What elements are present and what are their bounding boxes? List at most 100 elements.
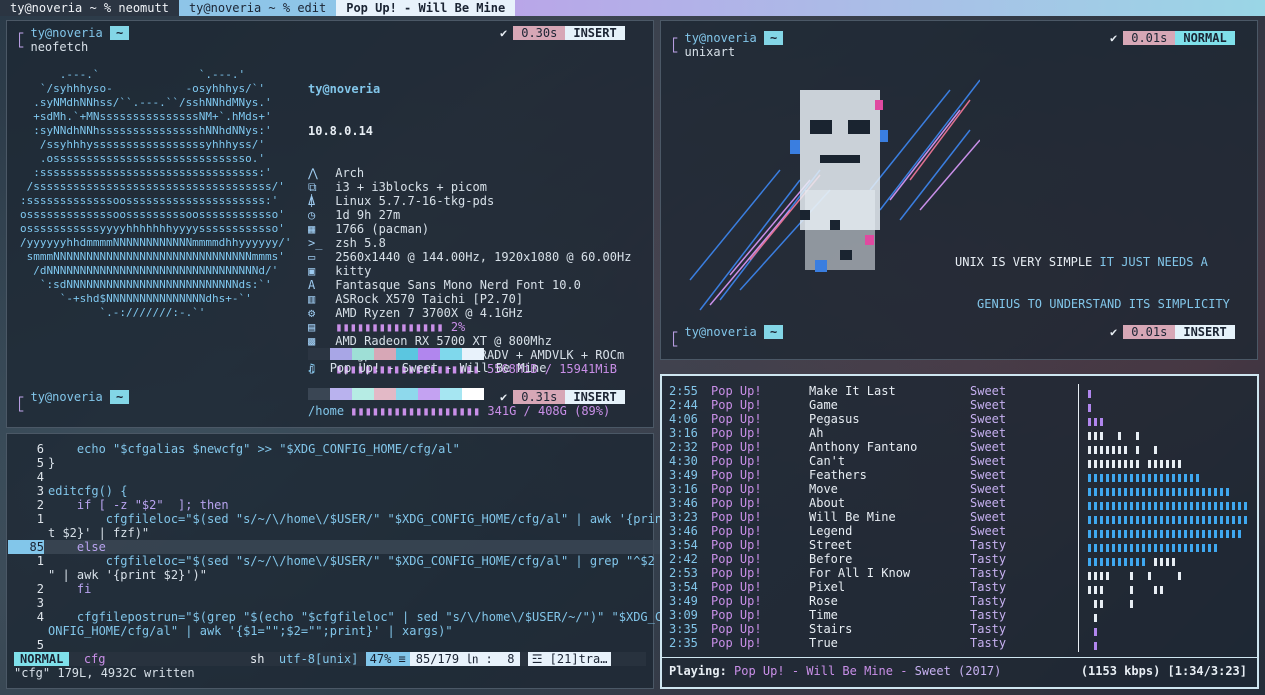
track-list[interactable]: 2:55 Pop Up! Make It Last Sweet 2:44 Pop Up! G…	[669, 384, 1090, 650]
code-line[interactable]: " | awk '{print $2}')"	[8, 568, 662, 582]
track-row[interactable]: 4:30 Pop Up! Can't Sweet	[669, 454, 1090, 468]
code-line[interactable]: t $2}' | fzf)"	[8, 526, 662, 540]
code-line[interactable]: 5	[8, 638, 662, 652]
info-row: ⚙ AMD Ryzen 7 3700X @ 4.1GHz	[308, 306, 631, 320]
track-time: 2:35	[669, 636, 698, 650]
info-icon: >_	[308, 236, 323, 250]
visualizer-row	[1088, 611, 1253, 625]
ascii-art-line: `-+shd$NNNNNNNNNNNNNNNdhs+-`'	[20, 292, 252, 305]
track-album: Sweet	[970, 426, 1007, 440]
tab-active-player[interactable]: Pop Up! - Will Be Mine	[336, 0, 516, 16]
line-number: 2	[36, 582, 44, 596]
info-value: ASRock X570 Taichi [P2.70]	[328, 292, 524, 306]
check-icon-3: ✔	[1110, 31, 1118, 45]
track-row[interactable]: 2:44 Pop Up! Game Sweet	[669, 398, 1090, 412]
editor-buffer[interactable]: 6 echo "$cfgalias $newcfg" >> "$XDG_CONF…	[8, 442, 663, 652]
track-title: Anthony Fantano	[809, 440, 918, 454]
unix-prompt-right-2: ✔ 0.01s INSERT	[1110, 325, 1235, 339]
visualizer-bar	[1094, 628, 1098, 636]
track-row[interactable]: 2:32 Pop Up! Anthony Fantano Sweet	[669, 440, 1090, 454]
visualizer-bar	[1088, 558, 1148, 566]
editor-statusline: NORMAL cfg sh utf-8[unix] 47% ≡ 85/179 ㏑ …	[14, 652, 646, 666]
visualizer-bar	[1154, 558, 1178, 566]
track-time: 3:54	[669, 538, 698, 552]
visualizer-row	[1088, 443, 1253, 457]
command-text: neofetch	[30, 40, 89, 54]
track-row[interactable]: 2:53 Pop Up! For All I Know Tasty	[669, 566, 1090, 580]
track-album: Sweet	[970, 510, 1007, 524]
line-number: 5	[36, 456, 44, 470]
track-time: 3:49	[669, 468, 698, 482]
code-line[interactable]: 3	[8, 596, 662, 610]
info-value: 1766 (pacman)	[328, 222, 430, 236]
info-icon: ▥	[308, 292, 316, 306]
track-row[interactable]: 2:55 Pop Up! Make It Last Sweet	[669, 384, 1090, 398]
track-row[interactable]: 3:35 Pop Up! Stairs Tasty	[669, 622, 1090, 636]
unix-prompt-cursor[interactable]: └	[670, 339, 677, 353]
visualizer-bar	[1130, 600, 1136, 608]
track-row[interactable]: 3:16 Pop Up! Move Sweet	[669, 482, 1090, 496]
ascii-art-line: `:sdNNNNNNNNNNNNNNNNNNNNNNNNNNds:`'	[20, 278, 272, 291]
code-line[interactable]: 2 if [ -z "$2" ]; then	[8, 498, 662, 512]
status-extra: ☲ [21]tra…	[527, 652, 612, 666]
code-text: ONFIG_HOME/cfg/al" | awk '{$1="";$2="";p…	[48, 624, 453, 638]
track-row[interactable]: 2:35 Pop Up! True Tasty	[669, 636, 1090, 650]
code-line[interactable]: 6 echo "$cfgalias $newcfg" >> "$XDG_CONF…	[8, 442, 662, 456]
check-icon: ✔	[500, 26, 508, 40]
visualizer-row	[1088, 597, 1253, 611]
code-line[interactable]: 4 cfgfilepostrun="$(grep "$(echo "$cfgfi…	[8, 610, 662, 624]
track-artist: Pop Up!	[711, 552, 762, 566]
track-row[interactable]: 3:09 Pop Up! Time Tasty	[669, 608, 1090, 622]
track-row[interactable]: 2:42 Pop Up! Before Tasty	[669, 552, 1090, 566]
prompt-cursor-line[interactable]: └	[16, 404, 23, 418]
prompt-arrow-icon-2: └	[16, 404, 24, 418]
tab-edit[interactable]: ty@noveria ~ % edit	[178, 0, 337, 16]
track-artist: Pop Up!	[711, 538, 762, 552]
code-line[interactable]: ONFIG_HOME/cfg/al" | awk '{$1="";$2="";p…	[8, 624, 662, 638]
visualizer-row	[1088, 625, 1253, 639]
track-artist: Pop Up!	[711, 412, 762, 426]
visualizer-bar	[1088, 404, 1092, 412]
track-row[interactable]: 3:49 Pop Up! Rose Tasty	[669, 594, 1090, 608]
code-line[interactable]: 5}	[8, 456, 662, 470]
visualizer-bar	[1088, 586, 1106, 594]
track-row[interactable]: 3:16 Pop Up! Ah Sweet	[669, 426, 1090, 440]
code-text: t $2}' | fzf)"	[48, 526, 150, 540]
color-swatch	[418, 388, 440, 400]
track-row[interactable]: 3:54 Pop Up! Pixel Tasty	[669, 580, 1090, 594]
visualizer-row	[1088, 541, 1253, 555]
ascii-art-line: `.-:///////:-.`'	[20, 306, 206, 319]
visualizer-row	[1088, 401, 1253, 415]
track-row[interactable]: 3:46 Pop Up! Legend Sweet	[669, 524, 1090, 538]
track-row[interactable]: 3:46 Pop Up! About Sweet	[669, 496, 1090, 510]
visualizer-bar	[1094, 642, 1098, 650]
track-row[interactable]: 3:23 Pop Up! Will Be Mine Sweet	[669, 510, 1090, 524]
visualizer-row	[1088, 569, 1253, 583]
track-title: Pixel	[809, 580, 846, 594]
info-row: ⍋ Linux 5.7.7-16-tkg-pds	[308, 194, 631, 208]
code-text: echo "$cfgalias $newcfg" >> "$XDG_CONFIG…	[48, 442, 460, 456]
code-line[interactable]: 85 else	[8, 540, 663, 554]
track-title: Legend	[809, 524, 853, 538]
code-line[interactable]: 4	[8, 470, 662, 484]
ascii-art-line: osssssssssssssoosssssssssoossssssssssso'	[20, 208, 285, 221]
code-line[interactable]: 1 cfgfileloc="$(sed "s/~/\/home\/$USER/"…	[8, 554, 662, 568]
info-value: Arch	[328, 166, 365, 180]
track-title: Ah	[809, 426, 824, 440]
track-row[interactable]: 4:06 Pop Up! Pegasus Sweet	[669, 412, 1090, 426]
visualizer-row	[1088, 457, 1253, 471]
ascii-art-line: :sssssssssssssssssssssssssssssssss:'	[20, 166, 272, 179]
code-line[interactable]: 2 fi	[8, 582, 662, 596]
track-time: 3:16	[669, 426, 698, 440]
track-album: Tasty	[970, 552, 1007, 566]
info-value: zsh 5.8	[328, 236, 386, 250]
visualizer-bar	[1094, 614, 1100, 622]
code-line[interactable]: 1 cfgfileloc="$(sed "s/~/\/home\/$USER/"…	[8, 512, 662, 526]
track-row[interactable]: 3:54 Pop Up! Street Tasty	[669, 538, 1090, 552]
prompt-dir: ~	[109, 26, 130, 40]
track-row[interactable]: 3:49 Pop Up! Feathers Sweet	[669, 468, 1090, 482]
code-line[interactable]: 3 editcfg() {	[8, 484, 662, 498]
code-text: cfgfileloc="$(sed "s/~/\/home\/$USER/" "…	[48, 554, 655, 568]
tab-neomutt[interactable]: ty@noveria ~ % neomutt	[0, 0, 179, 16]
quote-b: IT JUST NEEDS A	[1099, 255, 1208, 269]
